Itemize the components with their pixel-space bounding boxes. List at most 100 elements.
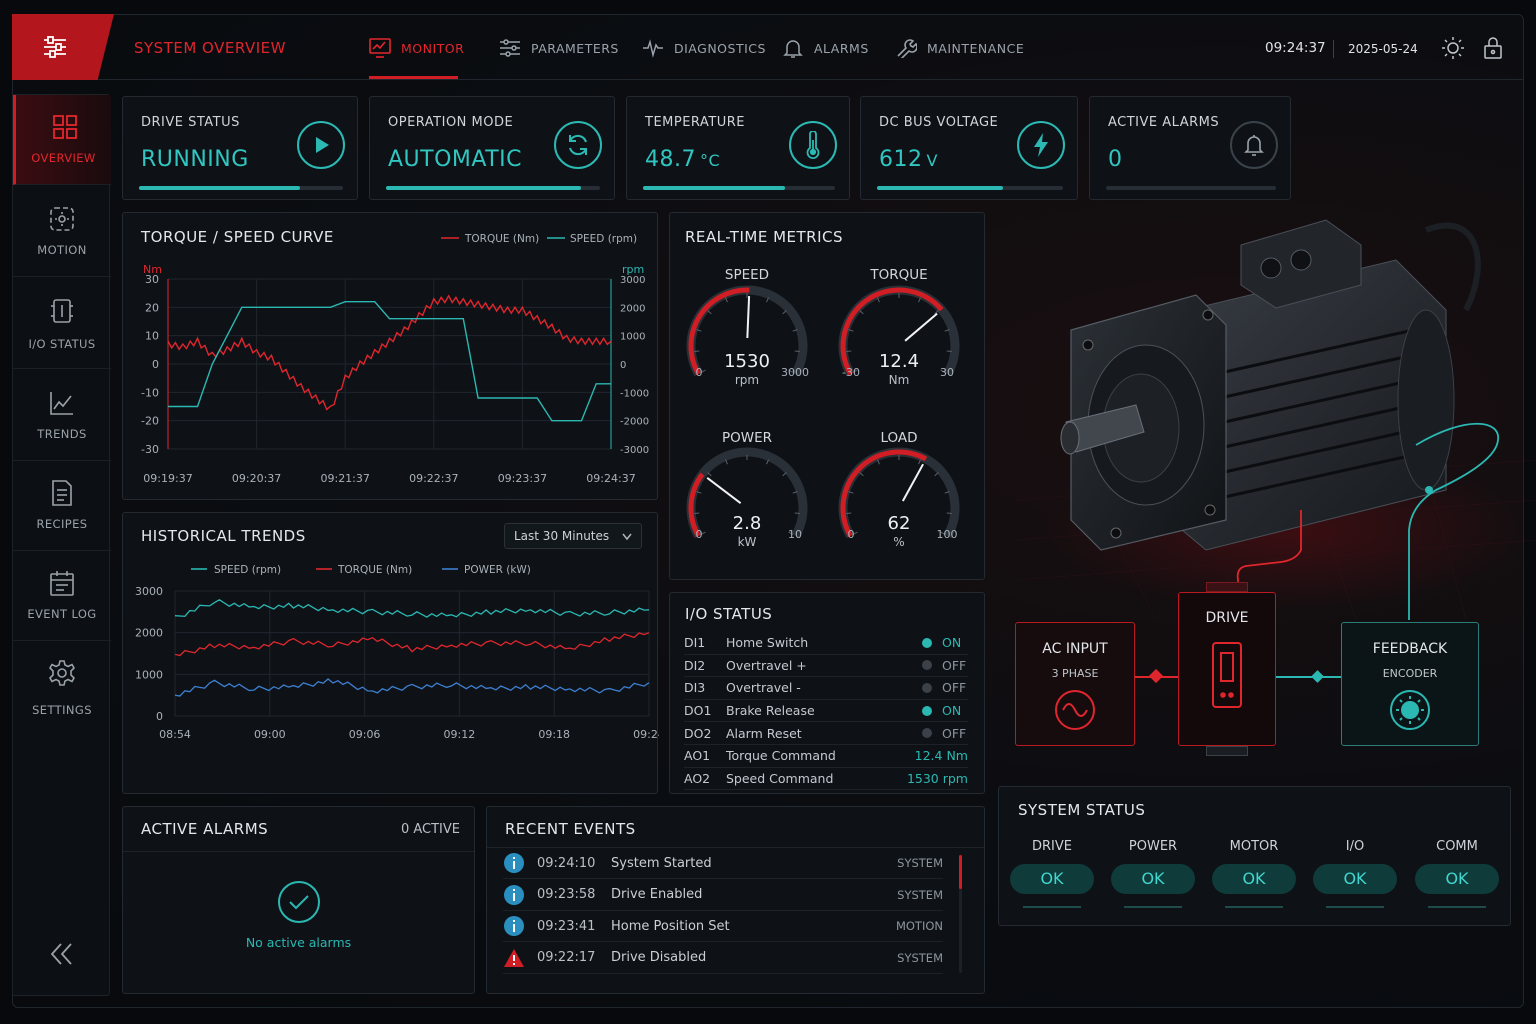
sun-icon[interactable] [1441,36,1465,60]
io-name: Torque Command [726,748,836,764]
sidebar-item-overview[interactable]: OVERVIEW [13,95,111,185]
lock-icon[interactable] [1482,36,1504,60]
torque-speed-chart: TORQUE (Nm) SPEED (rpm) Nm rpm 30 300020 2… [141,233,649,485]
io-code: DO2 [684,725,712,741]
event-category: SYSTEM [897,950,943,965]
card-value: RUNNING [141,147,249,172]
play-icon [316,137,329,153]
check-circle-icon [278,881,320,923]
sidebar-item-event-log[interactable]: EVENT LOG [13,551,111,641]
status-power[interactable]: POWER OK [1111,839,1195,908]
y-tick-label: 0 [156,710,163,723]
io-state: ON [942,635,962,651]
panel-title: ACTIVE ALARMS [141,820,269,838]
card-value: 612 V [879,147,938,172]
feedback-sub: ENCODER [1382,667,1438,680]
card-progress-fill [877,186,1004,190]
info-icon [504,916,524,936]
tab-parameters[interactable]: PARAMETERS [499,36,619,60]
io-code: DI3 [684,680,706,696]
right-tick-label: 1000 [620,332,645,343]
drive-unit-icon [1212,642,1242,708]
chart-ticks: 3000 2000 1000 0 08:54 09:00 09:06 09:12 09:18 09… [135,585,659,741]
gauge-unit: % [893,535,904,549]
event-message: Drive Disabled [611,950,707,965]
x-tick-label: 09:20:37 [232,472,281,485]
right-tick-label: -3000 [620,445,649,456]
historical-trends-chart: SPEED (rpm) TORQUE (Nm) POWER (kW) 3000 2… [135,564,659,741]
gauge-max: 3000 [781,366,809,379]
tab-monitor[interactable]: MONITOR [369,36,464,60]
io-state: 1530 rpm [906,770,968,786]
card-progress-fill [386,186,581,190]
sidebar-item-motion[interactable]: MOTION [13,187,111,277]
collapse-sidebar-icon[interactable] [49,941,75,967]
ac-input-box: AC INPUT 3 PHASE [1015,622,1135,746]
gauge-tick [846,350,852,353]
event-row[interactable]: 09:24:10 System Started SYSTEM [503,848,943,879]
status-underline [1428,906,1486,908]
status-comm[interactable]: COMM OK [1415,839,1499,908]
status-underline [1124,906,1182,908]
sidebar-item-label: I/O STATUS [28,337,96,351]
tab-label: MAINTENANCE [927,40,1025,56]
status-drive[interactable]: DRIVE OK [1010,839,1094,908]
sidebar-item-recipes[interactable]: RECIPES [13,461,111,551]
refresh-button[interactable] [554,121,602,169]
gauge-label: TORQUE [869,267,927,283]
gauge-unit: Nm [889,373,910,387]
legend-power-label: POWER (kW) [464,564,531,576]
tab-diagnostics[interactable]: DIAGNOSTICS [642,36,766,60]
tab-alarms[interactable]: ALARMS [782,36,869,60]
ac-input-label: AC INPUT [1042,641,1108,657]
status-label: POWER [1128,839,1178,854]
card-value-text: RUNNING [141,147,249,172]
scrollbar-thumb[interactable] [959,855,962,889]
io-state: ON [942,703,962,719]
io-row: DO1 Brake Release ON [684,700,968,723]
drive-box: DRIVE [1178,592,1276,746]
sidebar-item-settings[interactable]: SETTINGS [13,641,111,731]
status-io[interactable]: I/O OK [1313,839,1397,908]
sidebar-item-trends[interactable]: TRENDS [13,371,111,461]
io-status-dot [922,660,932,671]
event-row[interactable]: 09:22:17 Drive Disabled SYSTEM [503,943,943,974]
feedback-label: FEEDBACK [1372,641,1448,657]
gauge-tick [794,350,800,353]
gauge-tick [859,472,864,477]
gauge-tick [782,310,787,315]
sidebar-item-label: TRENDS [37,427,87,441]
sidebar-item-label: EVENT LOG [27,607,97,621]
card-progress [1106,186,1276,190]
page-title: SYSTEM OVERVIEW [134,39,286,57]
sine-wave-icon [1055,690,1095,730]
tab-maintenance[interactable]: MAINTENANCE [895,36,1024,60]
x-tick-label: 09:22:37 [409,472,458,485]
gauge-label: POWER [722,430,772,446]
status-label: DRIVE [1032,839,1072,854]
chart-series [167,294,612,422]
card-progress [877,186,1063,190]
x-tick-label: 08:54 [159,728,191,741]
bolt-icon [1034,133,1048,157]
gauge-tick [707,472,712,477]
status-label: MOTOR [1229,839,1279,854]
gauge-max: 10 [788,528,802,541]
event-category: MOTION [895,919,943,933]
status-motor[interactable]: MOTOR OK [1212,839,1296,908]
sidebar-item-io-status[interactable]: I/O STATUS [13,279,111,369]
bolt-hole [1204,504,1216,516]
events-scrollbar[interactable] [959,855,962,973]
history-series-line [174,678,650,697]
io-code: DI1 [684,635,706,651]
play-button[interactable] [297,121,345,169]
bell-icon [783,40,803,58]
status-label: I/O [1345,839,1365,854]
gauge-value: 12.4 [879,351,919,372]
event-row[interactable]: 09:23:41 Home Position Set MOTION [503,911,943,942]
card-progress [139,186,343,190]
top-bar: SYSTEM OVERVIEW MONITOR PARAMETERS DIAGN… [12,14,1524,80]
gauge-min: 0 [696,528,703,541]
event-row[interactable]: 09:23:58 Drive Enabled SYSTEM [503,880,943,911]
status-underline [1326,906,1384,908]
